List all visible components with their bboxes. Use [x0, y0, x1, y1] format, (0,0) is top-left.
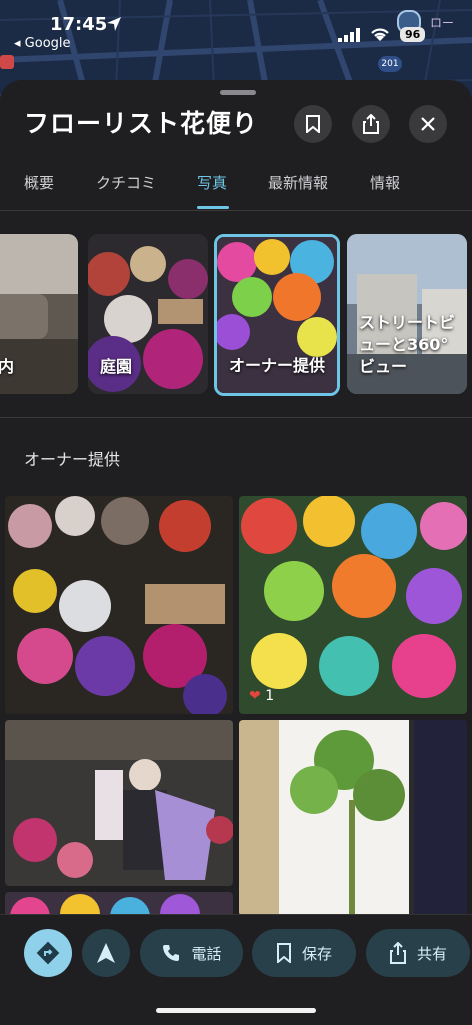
directions-button[interactable] [24, 929, 72, 977]
category-label: 庭園 [100, 357, 133, 376]
category-garden[interactable]: 庭園 [88, 234, 208, 394]
route-badge: 201 [378, 56, 402, 72]
heart-icon: ❤ [249, 688, 261, 704]
back-to-app-link[interactable]: ◂ Google [14, 36, 71, 51]
section-title: オーナー提供 [24, 450, 121, 469]
navigation-arrow-icon [97, 943, 115, 963]
tab-reviews[interactable]: クチコミ [96, 172, 156, 193]
close-button[interactable] [409, 105, 447, 143]
start-navigation-button[interactable] [82, 929, 130, 977]
wifi-icon [371, 28, 389, 41]
save-button[interactable]: 保存 [252, 929, 356, 977]
place-sheet: フローリスト花便り 概要 クチコミ 写真 最新情報 情報 内 庭園 オーナー提供… [0, 80, 472, 1024]
battery-indicator: 96 [400, 27, 426, 42]
share-button[interactable]: 共有 [366, 929, 470, 977]
bookmark-icon [306, 115, 320, 133]
category-interior[interactable]: 内 [0, 234, 78, 394]
category-label: オーナー提供 [229, 356, 326, 375]
status-bar: 17:45 ◂ Google 96 [0, 0, 472, 51]
photo-tile[interactable] [239, 720, 467, 916]
category-streetview[interactable]: ストリートビューと360° ビュー [347, 234, 467, 394]
tab-overview[interactable]: 概要 [24, 172, 54, 193]
category-label: 内 [0, 357, 15, 376]
photo-tile[interactable]: ❤ 1 [239, 496, 467, 714]
phone-icon [163, 945, 180, 961]
home-indicator[interactable] [156, 1008, 316, 1013]
back-app-label: Google [24, 36, 71, 51]
category-owner[interactable]: オーナー提供 [214, 234, 340, 396]
share-header-button[interactable] [352, 105, 390, 143]
divider [0, 417, 472, 418]
cellular-signal-icon [338, 28, 360, 42]
tab-updates[interactable]: 最新情報 [268, 172, 328, 193]
photo-category-carousel[interactable]: 内 庭園 オーナー提供 ストリートビューと360° ビュー [0, 234, 472, 396]
directions-icon [36, 941, 60, 965]
share-label: 共有 [416, 944, 447, 963]
status-time: 17:45 [50, 14, 108, 35]
location-arrow-icon [107, 17, 121, 31]
tab-photos[interactable]: 写真 [197, 172, 227, 193]
like-indicator[interactable]: ❤ 1 [249, 688, 274, 704]
place-title: フローリスト花便り [24, 109, 259, 138]
map-poi-icon[interactable] [0, 55, 14, 69]
tab-bar: 概要 クチコミ 写真 最新情報 情報 [0, 166, 472, 211]
call-label: 電話 [191, 944, 222, 963]
share-icon [389, 942, 406, 964]
sheet-grabber[interactable] [220, 90, 256, 95]
bookmark-button[interactable] [294, 105, 332, 143]
bookmark-icon [276, 943, 291, 963]
share-icon [363, 114, 379, 134]
active-tab-indicator [197, 206, 229, 209]
like-count: 1 [265, 688, 275, 704]
category-label: ストリートビューと360° ビュー [359, 313, 456, 376]
photo-tile[interactable] [5, 720, 233, 886]
call-button[interactable]: 電話 [140, 929, 243, 977]
tab-info[interactable]: 情報 [370, 172, 400, 193]
close-icon [421, 117, 435, 131]
photo-tile[interactable] [5, 496, 233, 714]
save-label: 保存 [301, 944, 332, 963]
